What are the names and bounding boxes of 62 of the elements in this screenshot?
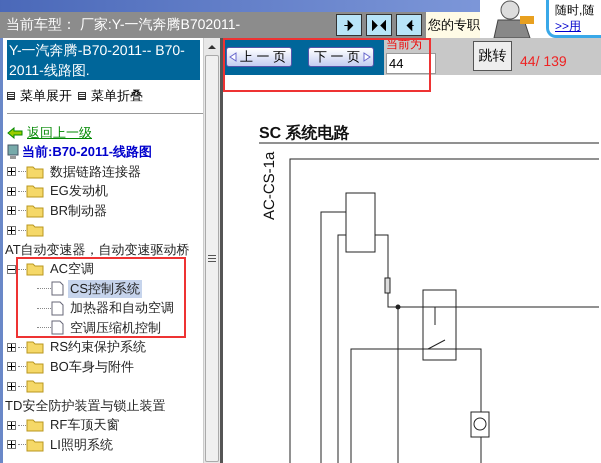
tree-item[interactable]: 加热器和自动空调 (68, 299, 176, 318)
folder-icon (26, 204, 44, 218)
page-input[interactable]: 44 (386, 53, 436, 74)
tree-item[interactable]: RS约束保护系统 (48, 338, 148, 356)
triangle-icon (229, 52, 237, 62)
frame-toggle-button[interactable] (396, 14, 422, 36)
expand-icon[interactable] (7, 186, 16, 196)
expand-icon[interactable] (7, 362, 16, 372)
folder-icon (26, 223, 44, 238)
folder-icon (26, 164, 44, 179)
notice-text: 您的专职 (426, 12, 480, 38)
computer-icon (7, 144, 19, 160)
tree-item[interactable]: AC空调 (48, 260, 96, 278)
promo-link[interactable]: >>用 (555, 19, 582, 33)
expand-icon[interactable] (7, 342, 16, 352)
back-link[interactable]: 返回上一级 (27, 124, 92, 142)
folder-icon (26, 360, 44, 374)
page-icon (51, 300, 64, 316)
expand-icon[interactable] (7, 206, 16, 216)
go-button[interactable]: 跳转 (473, 41, 512, 71)
folder-icon (26, 438, 44, 452)
tree-item[interactable]: TD安全防护装置与锁止装置 (5, 396, 166, 416)
diagram-title: SC 系统电路 (259, 125, 350, 142)
tree-item[interactable]: BO车身与附件 (48, 358, 136, 376)
page-icon (51, 320, 64, 336)
page-icon (51, 281, 64, 296)
triangle-icon (362, 52, 371, 62)
folder-icon (26, 184, 44, 198)
frame-toggle-button[interactable] (336, 14, 362, 36)
folder-icon (26, 340, 44, 354)
page-count: 44/ 139 (520, 53, 567, 71)
promo-text: 随时,随 (555, 2, 596, 18)
expand-icon[interactable] (7, 167, 16, 176)
menu-toggle-link[interactable]: 菜单折叠 (78, 87, 143, 105)
folder-icon (26, 379, 44, 394)
tree-item[interactable]: 空调压缩机控制 (68, 318, 163, 337)
scrollbar-thumb[interactable] (205, 55, 219, 462)
tree-item[interactable]: EG发动机 (48, 182, 110, 200)
collapse-icon[interactable] (7, 264, 16, 274)
frame-toggle-button[interactable] (366, 14, 392, 36)
sheet-code: AC-CS-1a (261, 152, 278, 220)
document-title: Y-一汽奔腾-B70-2011-- B70-2011-线路图. (7, 40, 200, 80)
folder-icon (26, 418, 44, 432)
vehicle-label: 当前车型： 厂家:Y-一汽奔腾B702011- (5, 16, 242, 34)
expand-icon[interactable] (7, 440, 16, 450)
arrow-icon (372, 20, 386, 30)
arrow-icon (342, 20, 356, 30)
current-location: 当前:B70-2011-线路图 (22, 143, 152, 162)
previous-page-button[interactable]: 上 一 页 (226, 46, 292, 66)
expand-icon[interactable] (7, 226, 16, 235)
back-arrow-icon (7, 126, 23, 139)
expand-icon[interactable] (7, 382, 16, 391)
tree-item[interactable]: 数据链路连接器 (48, 162, 143, 181)
tree-item[interactable]: CS控制系统 (68, 280, 142, 298)
tree-item[interactable]: RF车顶天窗 (48, 416, 122, 434)
menu-toggle-link[interactable]: 菜单展开 (7, 87, 72, 105)
folder-icon (26, 262, 44, 276)
tree-item[interactable]: LI照明系统 (48, 436, 115, 454)
next-page-button[interactable]: 下 一 页 (308, 46, 374, 66)
tree-item[interactable]: AT自动变速器，自动变速驱动桥 (5, 240, 190, 260)
tree-item[interactable]: BR制动器 (48, 202, 110, 220)
expand-icon[interactable] (7, 420, 16, 430)
